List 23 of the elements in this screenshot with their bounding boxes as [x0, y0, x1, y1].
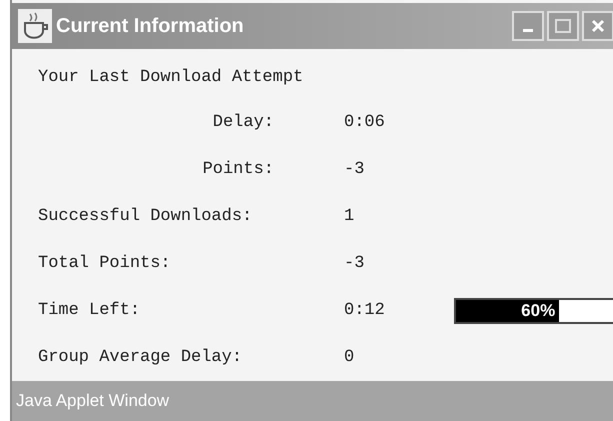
status-text: Java Applet Window [16, 391, 170, 411]
field-value: -3 [344, 254, 364, 273]
field-label: Total Points: [38, 254, 171, 273]
field-label: Delay: [212, 113, 274, 132]
field-value: 0:06 [344, 113, 385, 132]
field-value: 1 [344, 207, 354, 226]
coffee-cup-icon [18, 9, 52, 43]
window-title: Current Information [56, 14, 245, 38]
field-label: Points: [202, 160, 274, 179]
field-label: Successful Downloads: [38, 207, 252, 226]
field-value: -3 [344, 160, 364, 179]
field-label: Group Average Delay: [38, 348, 242, 367]
minimize-button[interactable] [512, 11, 544, 41]
section-heading: Your Last Download Attempt [38, 68, 304, 86]
field-label: Time Left: [38, 301, 140, 320]
field-value: 0:12 [344, 301, 385, 320]
close-button[interactable] [582, 11, 613, 41]
close-icon [591, 19, 605, 33]
field-value: 0 [344, 348, 354, 367]
maximize-button[interactable] [547, 11, 579, 41]
progress-reading: 60% [521, 300, 556, 320]
minimize-icon [523, 29, 533, 32]
maximize-icon [555, 19, 571, 33]
